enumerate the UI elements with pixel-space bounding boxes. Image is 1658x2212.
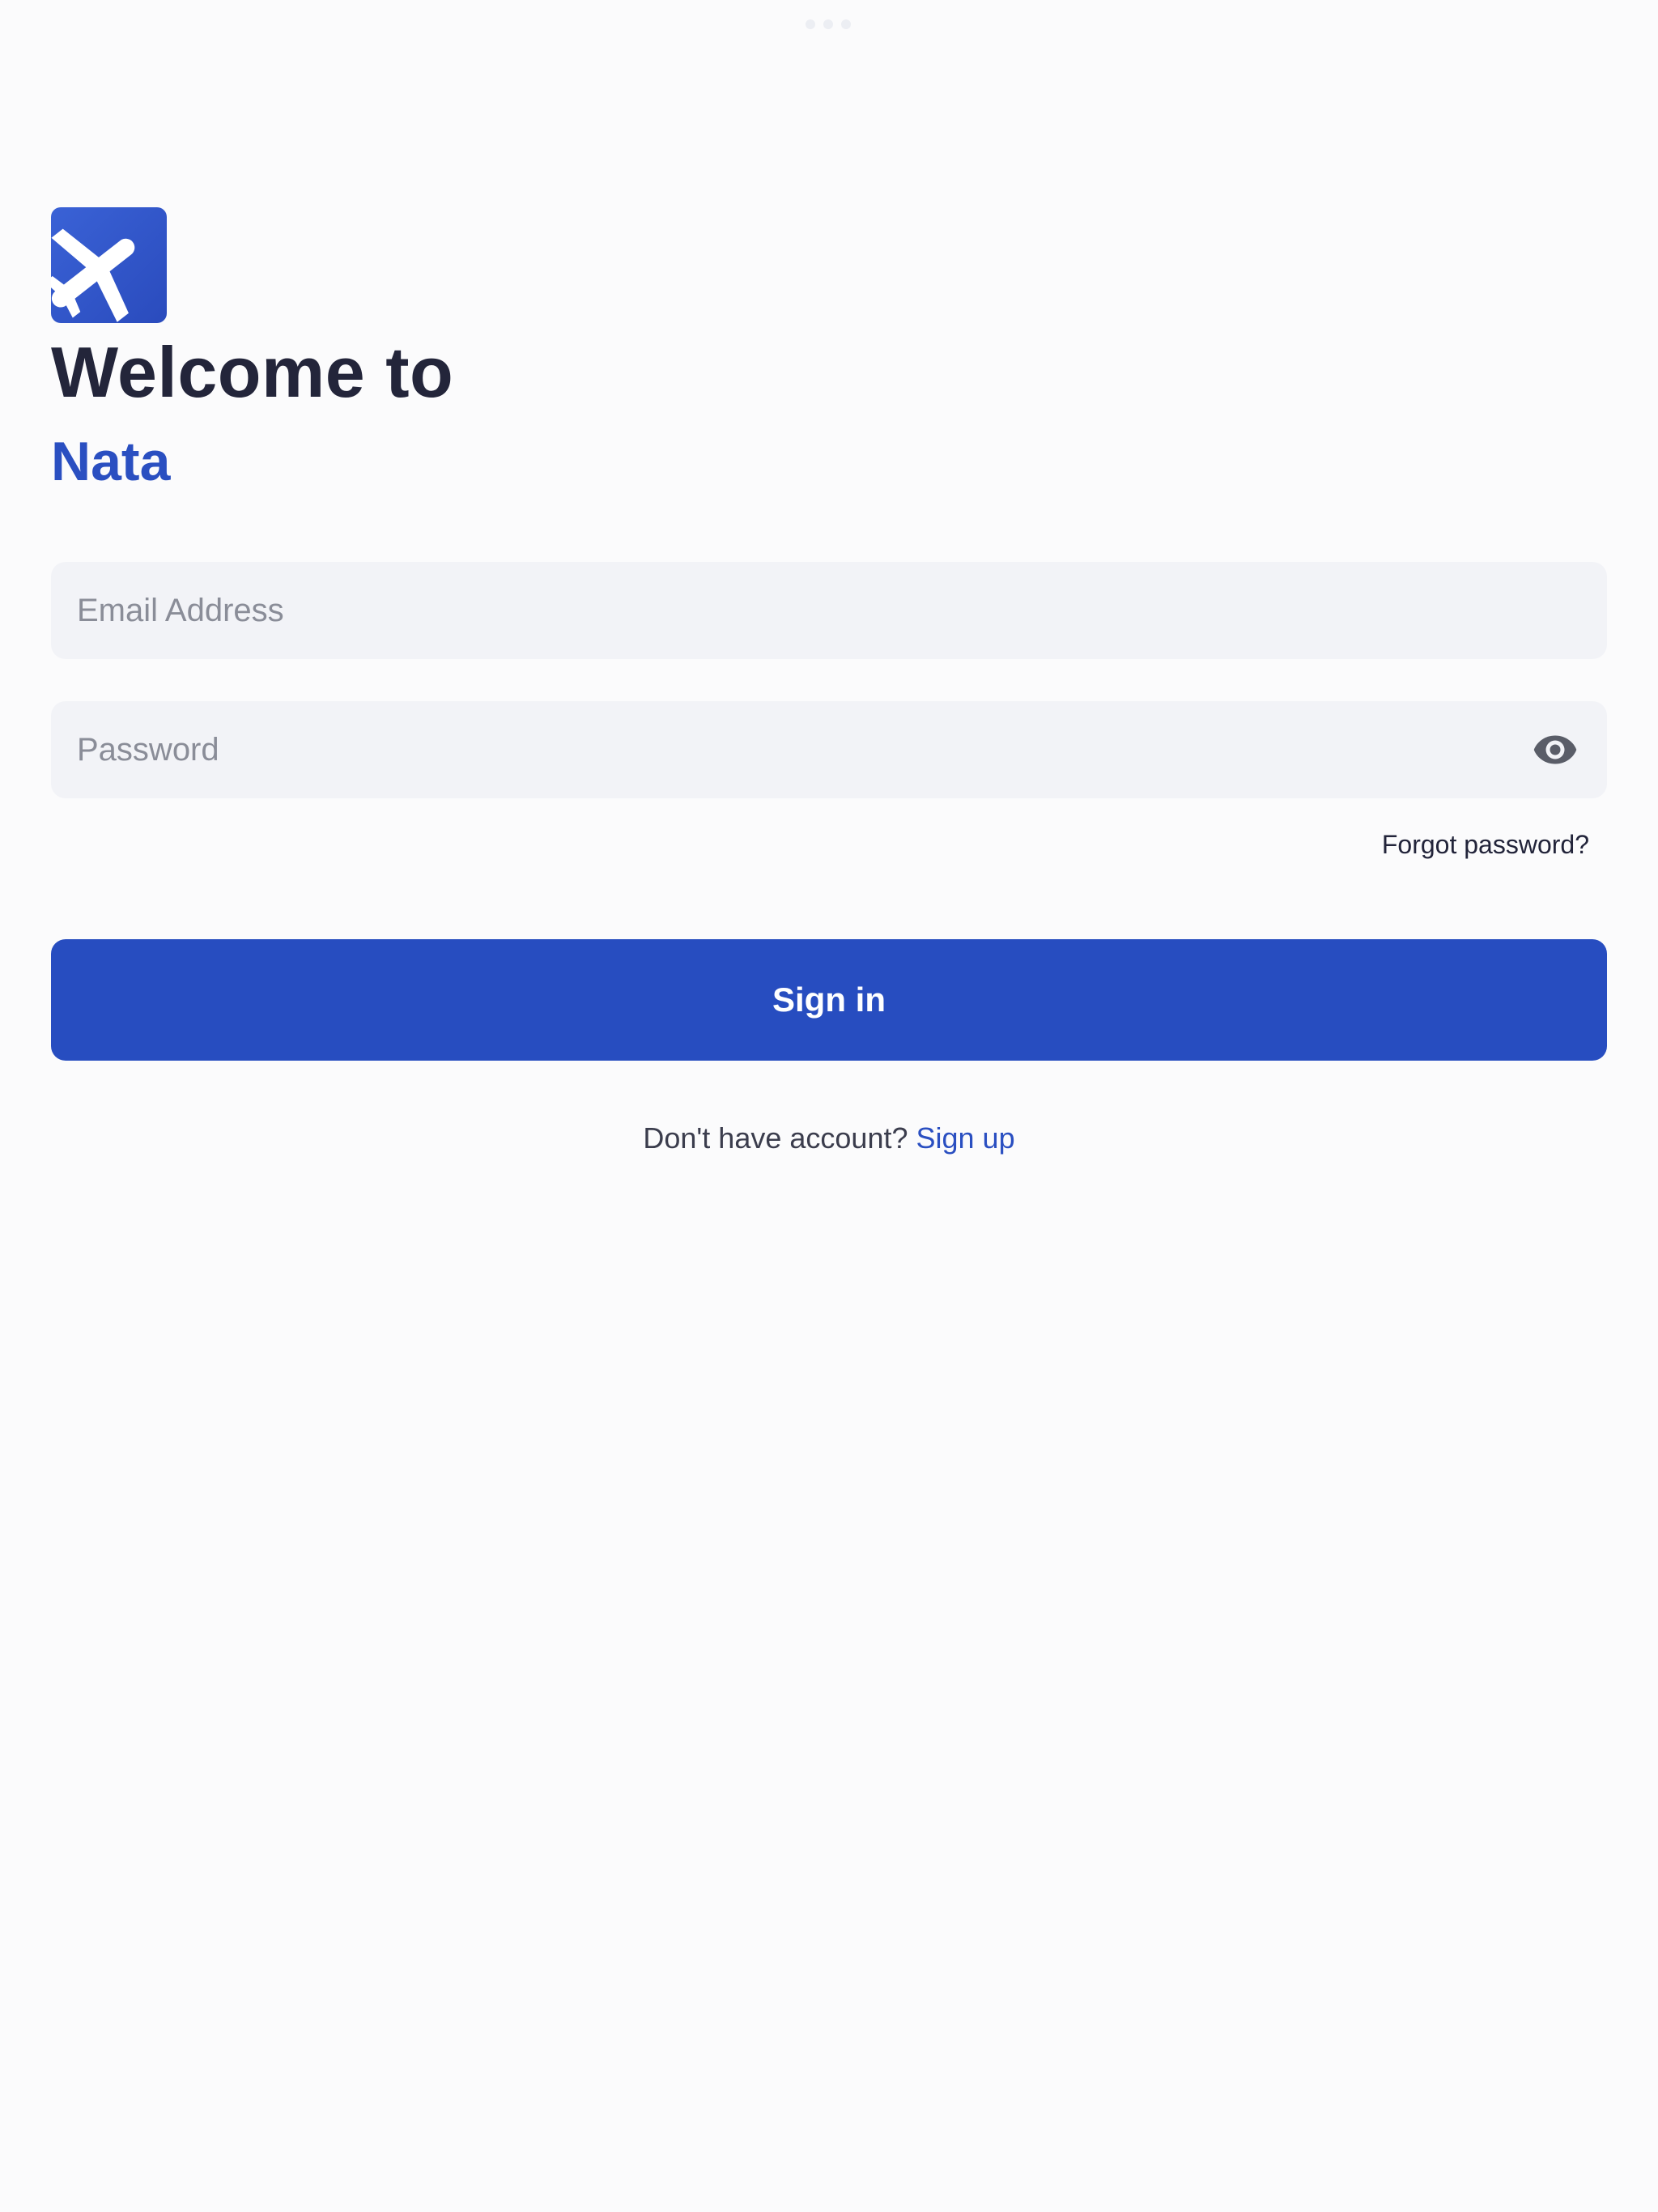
multitasking-dot <box>841 19 851 29</box>
airplane-icon <box>51 228 135 322</box>
status-bar <box>0 0 1658 49</box>
sign-in-button[interactable]: Sign in <box>51 939 1607 1061</box>
multitasking-indicator[interactable] <box>806 19 851 29</box>
brand-name: Nata <box>51 431 171 492</box>
forgot-password-link[interactable]: Forgot password? <box>1382 830 1589 860</box>
app-logo <box>51 207 167 323</box>
no-account-text: Don't have account? <box>643 1121 908 1155</box>
welcome-heading: Welcome to <box>51 332 454 412</box>
email-input[interactable] <box>75 561 1583 660</box>
signup-prompt: Don't have account? Sign up <box>0 1121 1658 1155</box>
email-field-container[interactable] <box>51 561 1607 660</box>
password-input[interactable] <box>75 700 1583 799</box>
multitasking-dot <box>823 19 833 29</box>
eye-icon[interactable] <box>1531 725 1579 774</box>
multitasking-dot <box>806 19 815 29</box>
sign-up-link[interactable]: Sign up <box>916 1121 1015 1155</box>
password-field-container[interactable] <box>51 700 1607 799</box>
